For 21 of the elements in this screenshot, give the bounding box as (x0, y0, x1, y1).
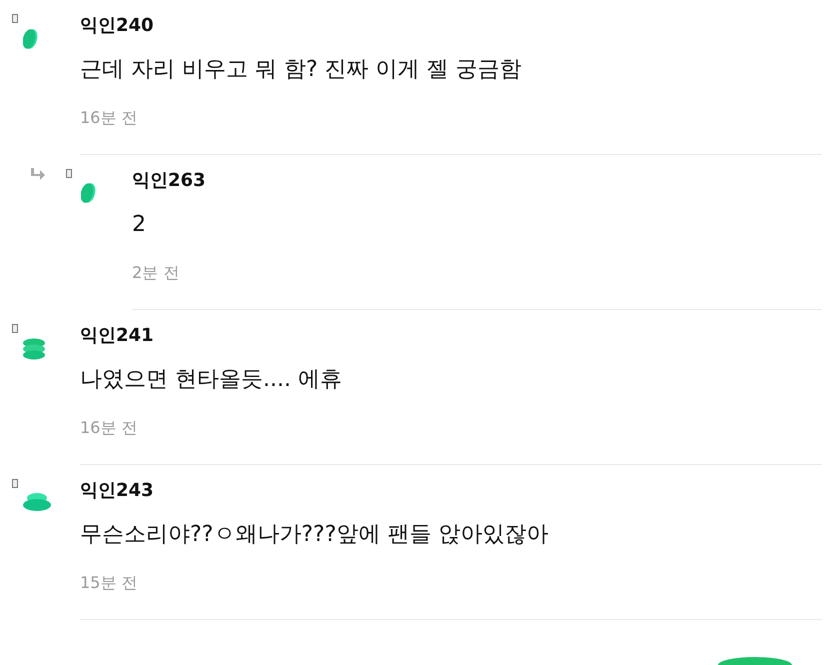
author-name: 익인241 (80, 324, 155, 348)
avatar-icon (23, 338, 45, 360)
comment-text: 2 (132, 211, 147, 239)
missing-image-icon (66, 169, 72, 178)
comment-text: 나였으면 현타올듯.... 에휴 (80, 366, 343, 394)
missing-image-icon (12, 479, 18, 488)
timestamp: 15분 전 (80, 572, 138, 594)
reply-arrow-icon (29, 168, 45, 182)
timestamp: 2분 전 (132, 262, 180, 284)
author-name: 익인240 (80, 14, 155, 38)
comment-text: 근데 자리 비우고 뭐 함? 진짜 이게 젤 궁금함 (80, 56, 523, 84)
missing-image-icon (12, 14, 18, 23)
missing-image-icon (12, 324, 18, 333)
author-name: 익인263 (132, 169, 207, 193)
timestamp: 16분 전 (80, 107, 138, 129)
avatar-icon (23, 493, 51, 511)
avatar-icon (23, 28, 38, 50)
author-name: 익인243 (80, 479, 155, 503)
comment-text: 무슨소리야??ㅇ왜나가???앞에 팬들 앉아있잖아 (80, 521, 550, 549)
avatar-icon (81, 182, 96, 204)
timestamp: 16분 전 (80, 417, 138, 439)
